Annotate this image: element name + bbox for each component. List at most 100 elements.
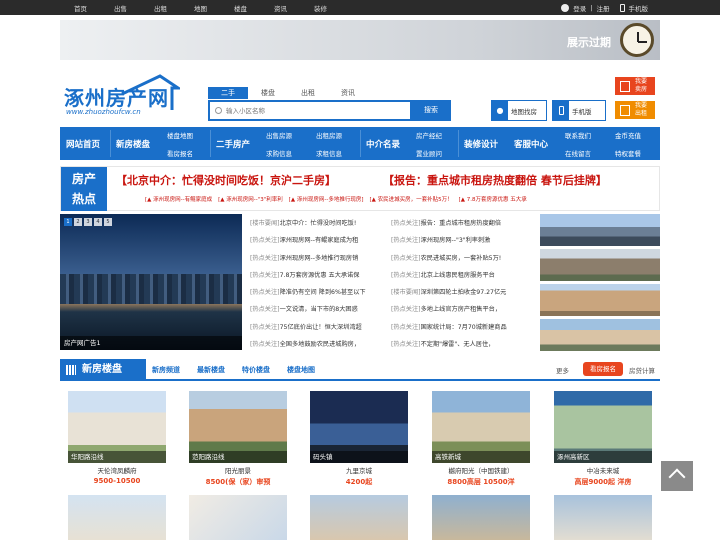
ad-banner[interactable]: 展示过期 xyxy=(60,20,660,60)
property-card[interactable]: 范阳路沿线 阳光丽景 8500(保（家）审预 xyxy=(189,391,287,487)
property-area-tag: 码头镇 xyxy=(310,451,408,463)
nav-priv[interactable]: 特权套餐 xyxy=(615,148,641,158)
property-image[interactable] xyxy=(310,495,408,540)
news-item[interactable]: [热点关注]国家统计局：7月70城新建商品 xyxy=(391,322,507,339)
more-link[interactable]: 更多 xyxy=(556,365,569,375)
news-item[interactable]: [热点关注]一文说清，当下市的8大困惑 xyxy=(250,304,366,321)
slider-dot[interactable]: 1 xyxy=(64,218,72,226)
news-item[interactable]: [热点关注]不定期"爆雷"、无人居住， xyxy=(391,339,507,356)
property-image[interactable] xyxy=(554,495,652,540)
property-image[interactable] xyxy=(68,495,166,540)
news-title: 75亿底价出让！恒大深圳湾超 xyxy=(279,323,362,331)
section-link[interactable]: 最新楼盘 xyxy=(197,365,225,375)
slider-dot[interactable]: 5 xyxy=(104,218,112,226)
news-item[interactable]: [楼市要闻]北京中介：忙得没时间吃饭! xyxy=(250,218,366,235)
nav-broker[interactable]: 房产经纪 xyxy=(416,130,442,140)
top-nav-sale[interactable]: 出售 xyxy=(114,3,154,13)
nav-sale[interactable]: 出售房源 xyxy=(266,130,292,140)
property-image[interactable] xyxy=(189,495,287,540)
top-nav-decor[interactable]: 装修 xyxy=(314,3,354,13)
news-tag: [热点关注] xyxy=(391,306,421,314)
phone-icon xyxy=(619,4,625,12)
property-card[interactable]: 华阳路沿线 天伦湾凤麟府 9500-10500 xyxy=(68,391,166,485)
nav-wanted[interactable]: 求购信息 xyxy=(266,148,292,158)
news-item[interactable]: [热点关注]涿州现房网--"3"利率刺激 xyxy=(391,235,507,252)
headline-left[interactable]: 【北京中介：忙得没时间吃饭！京沪二手房】 xyxy=(116,172,336,188)
sub-headline[interactable]: [▲ 农民进城买房，一套补贴5万！ xyxy=(370,195,453,203)
sub-headline[interactable]: [▲ 涿州现房网--"3"利率利 xyxy=(218,195,283,203)
top-nav-news[interactable]: 资讯 xyxy=(274,3,314,13)
tab-second[interactable]: 二手 xyxy=(208,87,248,99)
nav-contact[interactable]: 联系我们 xyxy=(565,130,591,140)
property-card[interactable]: 高铁新城 樾府阳光（中国铁建） 8800高层 10500洋 xyxy=(432,391,530,487)
thumb-image[interactable] xyxy=(540,284,660,316)
property-image[interactable] xyxy=(432,495,530,540)
sub-headline[interactable]: [▲ 涿州现房网--有鲲家庭成 xyxy=(145,195,212,203)
news-item[interactable]: [热点关注]涿州现房网--多地推行现房销 xyxy=(250,253,366,270)
nav-rentsrc[interactable]: 出租房源 xyxy=(316,130,342,140)
property-card[interactable]: 涿州高新区 中冶未来城 高层9000起 洋房 xyxy=(554,391,652,487)
sub-headline[interactable]: [▲ 7.8万套房源优惠 五大承 xyxy=(459,195,527,203)
news-item[interactable]: [热点关注]75亿底价出让！恒大深圳湾超 xyxy=(250,322,366,339)
headline-right[interactable]: 【报告：重点城市租房热度翻倍 春节后挂牌】 xyxy=(383,172,607,188)
news-item[interactable]: [楼市要闻]深圳第四轮土拍收金97.27亿元 xyxy=(391,287,507,304)
news-item[interactable]: [热点关注]涿州现房网--有鲲家庭成为租 xyxy=(250,235,366,252)
news-item[interactable]: [热点关注]7.8万套房源优惠 五大承诺保 xyxy=(250,270,366,287)
news-tag: [楼市要闻] xyxy=(391,289,421,297)
nav-second[interactable]: 二手房产 xyxy=(216,138,250,150)
nav-dir[interactable]: 置业顾问 xyxy=(416,148,442,158)
search-input[interactable] xyxy=(226,105,406,117)
nav-map[interactable]: 楼盘地图 xyxy=(167,130,193,140)
image-slider[interactable]: 1 2 3 4 5 房产网广告1 xyxy=(60,214,242,350)
nav-agent[interactable]: 中介名录 xyxy=(366,138,400,150)
slider-dot[interactable]: 3 xyxy=(84,218,92,226)
top-nav-estates[interactable]: 楼盘 xyxy=(234,3,274,13)
news-title: 一文说清，当下市的8大困惑 xyxy=(279,306,358,314)
mobile-version-button[interactable]: 手机版 xyxy=(552,100,606,121)
property-card[interactable]: 码头镇 九里京城 4200起 xyxy=(310,391,408,487)
top-nav-home[interactable]: 首页 xyxy=(74,3,114,13)
nav-report[interactable]: 看房报名 xyxy=(167,148,193,158)
news-item[interactable]: [热点关注]农民进城买房，一套补贴5万! xyxy=(391,253,507,270)
mortgage-calculator-link[interactable]: 房贷计算 xyxy=(629,365,655,375)
nav-service[interactable]: 客服中心 xyxy=(514,138,548,150)
nav-rentwant[interactable]: 求租信息 xyxy=(316,148,342,158)
nav-decor[interactable]: 装修设计 xyxy=(464,138,498,150)
mobile-link[interactable]: 手机版 xyxy=(629,3,649,13)
nav-newhouse[interactable]: 新房楼盘 xyxy=(116,138,150,150)
search-box xyxy=(208,100,412,121)
news-item[interactable]: [热点关注]降准仍有空间 降到6%甚至以下 xyxy=(250,287,366,304)
map-search-button[interactable]: ● 地图找房 xyxy=(491,100,547,121)
section-link[interactable]: 新房频道 xyxy=(152,365,180,375)
nav-msg[interactable]: 在线留言 xyxy=(565,148,591,158)
thumb-image[interactable] xyxy=(540,214,660,246)
top-nav-rent[interactable]: 出租 xyxy=(154,3,194,13)
sub-headline[interactable]: [▲ 涿州现房网--多地推行现房] xyxy=(289,195,364,203)
tab-rent[interactable]: 出租 xyxy=(288,87,328,99)
news-item[interactable]: [热点关注]全国多地鼓励农民进城购房， xyxy=(250,339,366,356)
slider-dot[interactable]: 2 xyxy=(74,218,82,226)
section-link[interactable]: 楼盘地图 xyxy=(287,365,315,375)
rent-out-button[interactable]: 我要 出租 xyxy=(615,101,655,119)
nav-home[interactable]: 网站首页 xyxy=(66,138,100,150)
nav-divider xyxy=(360,130,361,157)
nav-gold[interactable]: 金币充值 xyxy=(615,130,641,140)
sell-house-button[interactable]: 我要 卖房 xyxy=(615,77,655,95)
viewing-signup-button[interactable]: 看房报名 xyxy=(583,362,623,376)
section-link[interactable]: 特价楼盘 xyxy=(242,365,270,375)
roof-icon xyxy=(121,74,180,110)
login-link[interactable]: 登录 xyxy=(573,3,586,13)
news-item[interactable]: [热点关注]北京上线惠民租房服务平台 xyxy=(391,270,507,287)
thumb-image[interactable] xyxy=(540,249,660,281)
search-button[interactable]: 搜索 xyxy=(411,100,451,121)
tab-estates[interactable]: 楼盘 xyxy=(248,87,288,99)
news-item[interactable]: [热点关注]报告：重点城市租房热度翻倍 xyxy=(391,218,507,235)
register-link[interactable]: 注册 xyxy=(597,3,610,13)
thumb-image[interactable] xyxy=(540,319,660,351)
news-list-right: [热点关注]报告：重点城市租房热度翻倍 [热点关注]涿州现房网--"3"利率刺激… xyxy=(391,218,507,356)
tab-news[interactable]: 资讯 xyxy=(328,87,368,99)
back-to-top-button[interactable] xyxy=(661,461,693,491)
top-nav-map[interactable]: 地图 xyxy=(194,3,234,13)
slider-dot[interactable]: 4 xyxy=(94,218,102,226)
news-item[interactable]: [热点关注]多地上线官方房产租售平台， xyxy=(391,304,507,321)
